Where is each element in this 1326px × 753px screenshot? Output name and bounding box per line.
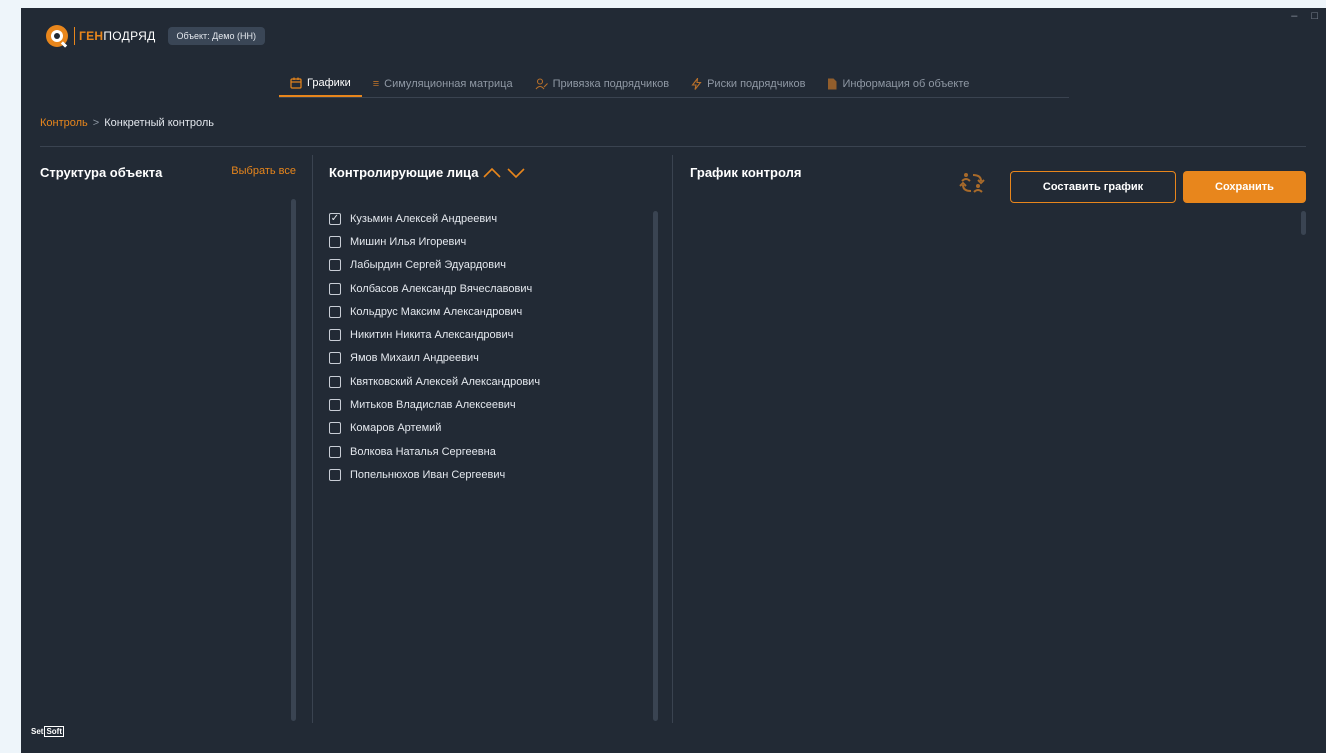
structure-title: Структура объекта <box>40 165 163 180</box>
list-icon: ≡ <box>372 77 380 90</box>
structure-scrollbar[interactable] <box>291 199 296 721</box>
list-item[interactable]: Митьков Владислав Алексеевич <box>329 393 540 416</box>
person-name: Кузьмин Алексей Андреевич <box>350 212 498 225</box>
checkbox[interactable] <box>329 422 341 435</box>
schedule-scrollbar[interactable] <box>1301 211 1306 235</box>
lightning-icon <box>691 77 702 90</box>
list-item[interactable]: Никитин Никита Александрович <box>329 323 540 346</box>
person-name: Лабырдин Сергей Эдуардович <box>350 259 506 272</box>
breadcrumb-current: Конкретный контроль <box>104 117 215 129</box>
list-item[interactable]: Попельнюхов Иван Сергеевич <box>329 463 540 486</box>
calendar-icon <box>290 77 302 89</box>
structure-panel: Структура объекта Выбрать все <box>40 155 312 723</box>
sort-down-icon[interactable] <box>506 167 526 179</box>
sort-up-icon[interactable] <box>482 167 502 179</box>
checkbox[interactable] <box>329 399 341 412</box>
tab-contractor-risks[interactable]: Риски подрядчиков <box>680 70 816 97</box>
checkbox-checked[interactable]: ✓ <box>329 212 341 225</box>
list-item[interactable]: Волкова Наталья Сергеевна <box>329 440 540 463</box>
checkbox[interactable] <box>329 445 341 458</box>
list-item[interactable]: Ямов Михаил Андреевич <box>329 347 540 370</box>
checkbox[interactable] <box>329 329 341 342</box>
checkbox[interactable] <box>329 375 341 388</box>
make-schedule-button[interactable]: Составить график <box>1010 171 1176 203</box>
save-button[interactable]: Сохранить <box>1183 171 1306 203</box>
checkbox[interactable] <box>329 282 341 295</box>
person-name: Колбасов Александр Вячеславович <box>350 282 533 295</box>
person-name: Попельнюхов Иван Сергеевич <box>350 468 506 481</box>
checkbox[interactable] <box>329 235 341 248</box>
persons-title: Контролирующие лица <box>329 165 479 180</box>
schedule-panel: График контроля Составить график Сохрани… <box>673 155 1306 723</box>
checkbox[interactable] <box>329 352 341 365</box>
tab-label: Привязка подрядчиков <box>552 77 670 90</box>
person-name: Мишин Илья Игоревич <box>350 235 467 248</box>
object-badge[interactable]: Объект: Демо (НН) <box>167 27 265 45</box>
checkbox[interactable] <box>329 468 341 481</box>
tab-charts[interactable]: Графики <box>279 70 362 97</box>
checkbox[interactable] <box>329 305 341 318</box>
person-name: Кольдрус Максим Александрович <box>350 305 523 318</box>
tab-bar: Графики ≡ Симуляционная матрица Привязка… <box>279 70 1069 98</box>
regenerate-icon[interactable] <box>959 171 985 195</box>
brand-prefix: ГЕН <box>79 29 104 43</box>
person-name: Ямов Михаил Андреевич <box>350 352 479 365</box>
list-item[interactable]: Мишин Илья Игоревич <box>329 230 540 253</box>
tab-label: Риски подрядчиков <box>707 77 806 90</box>
tab-label: Симуляционная матрица <box>384 77 513 90</box>
checkbox[interactable] <box>329 259 341 272</box>
tab-label: Графики <box>307 76 351 89</box>
person-name: Квятковский Алексей Александрович <box>350 375 541 388</box>
document-icon <box>828 78 837 89</box>
persons-list: ✓ Кузьмин Алексей Андреевич Мишин Илья Иг… <box>329 207 540 487</box>
persons-scrollbar[interactable] <box>653 211 658 721</box>
sort-controls <box>482 167 526 179</box>
breadcrumb-separator: > <box>92 117 100 129</box>
breadcrumb-parent[interactable]: Контроль <box>40 117 88 129</box>
person-name: Митьков Владислав Алексеевич <box>350 399 516 412</box>
select-all-link[interactable]: Выбрать все <box>231 165 296 177</box>
tab-contractor-binding[interactable]: Привязка подрядчиков <box>524 70 681 97</box>
logo-icon <box>46 25 68 48</box>
breadcrumb: Контроль > Конкретный контроль <box>40 117 214 129</box>
persons-panel: Контролирующие лица ✓ Кузьмин Алексей Анд… <box>312 155 673 723</box>
schedule-title: График контроля <box>690 165 802 180</box>
list-item[interactable]: Квятковский Алексей Александрович <box>329 370 540 393</box>
app-window: – □ ГЕНПОДРЯД Объект: Демо (НН) Графики … <box>21 8 1326 753</box>
window-controls: – □ <box>1291 10 1318 22</box>
maximize-button[interactable]: □ <box>1311 10 1318 22</box>
setsoft-logo: Set Soft <box>31 726 65 737</box>
person-name: Комаров Артемий <box>350 422 442 435</box>
list-item[interactable]: Колбасов Александр Вячеславович <box>329 277 540 300</box>
brand: ГЕНПОДРЯД Объект: Демо (НН) <box>46 25 265 48</box>
user-link-icon <box>535 77 548 89</box>
footer-brand-left: Set <box>31 727 44 736</box>
brand-suffix: ПОДРЯД <box>103 29 156 43</box>
brand-name: ГЕНПОДРЯД <box>79 29 156 43</box>
list-item[interactable]: Комаров Артемий <box>329 417 540 440</box>
minimize-button[interactable]: – <box>1291 10 1297 22</box>
footer-brand-right: Soft <box>44 726 65 737</box>
person-name: Никитин Никита Александрович <box>350 329 514 342</box>
list-item[interactable]: Кольдрус Максим Александрович <box>329 300 540 323</box>
person-name: Волкова Наталья Сергеевна <box>350 445 496 458</box>
list-item[interactable]: Лабырдин Сергей Эдуардович <box>329 254 540 277</box>
header-divider <box>40 146 1306 147</box>
list-item[interactable]: ✓ Кузьмин Алексей Андреевич <box>329 207 540 230</box>
brand-divider <box>74 27 75 45</box>
tab-simulation-matrix[interactable]: ≡ Симуляционная матрица <box>362 70 524 97</box>
tab-label: Информация об объекте <box>842 77 970 90</box>
tab-object-info[interactable]: Информация об объекте <box>816 70 980 97</box>
